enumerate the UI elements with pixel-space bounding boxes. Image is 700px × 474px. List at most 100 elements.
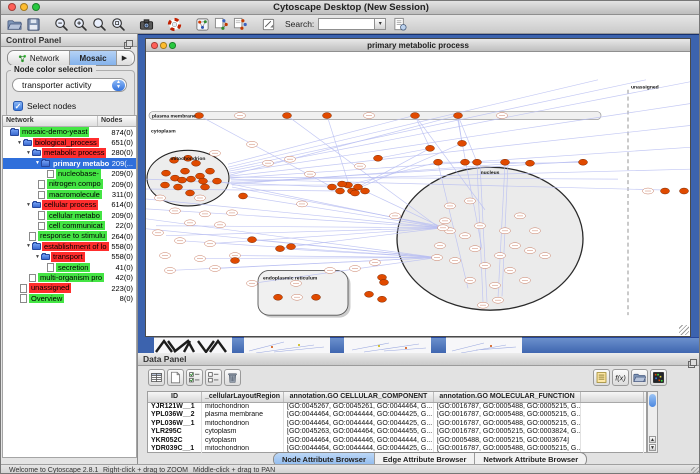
node-color-dropdown[interactable]: transporter activity ▲▼ bbox=[12, 78, 127, 92]
graph-node-orange[interactable] bbox=[274, 294, 283, 300]
scroll-down-icon[interactable]: ▼ bbox=[649, 444, 656, 451]
graph-node-orange[interactable] bbox=[378, 296, 387, 302]
graph-node-orange[interactable] bbox=[579, 159, 588, 165]
network-canvas[interactable]: plasma membrane cytoplasm mitochondrion … bbox=[146, 52, 690, 336]
tree-row[interactable]: unassigned223(0) bbox=[3, 283, 136, 293]
graph-node-orange[interactable] bbox=[287, 244, 296, 250]
graph-node-orange[interactable] bbox=[501, 159, 510, 165]
graph-node-orange[interactable] bbox=[336, 188, 345, 194]
graph-node-orange[interactable] bbox=[411, 113, 420, 119]
column-header[interactable]: ID bbox=[148, 392, 202, 402]
graph-node-orange[interactable] bbox=[178, 177, 187, 183]
column-header[interactable]: _cellularLayoutRegion bbox=[202, 392, 284, 402]
tree-row[interactable]: nitrogen compo209(0) bbox=[3, 179, 136, 189]
graph-node-orange[interactable] bbox=[162, 170, 171, 176]
column-header[interactable]: annotation.GO MOLECULAR_FUNCTION bbox=[434, 392, 581, 402]
zoom-selected-icon[interactable] bbox=[110, 16, 127, 33]
graph-node-orange[interactable] bbox=[454, 113, 463, 119]
graph-node-orange[interactable] bbox=[680, 188, 689, 194]
tree-row[interactable]: nucleobase-209(0) bbox=[3, 169, 136, 179]
graph-node-orange[interactable] bbox=[365, 291, 374, 297]
search-dropdown-arrow-icon[interactable]: ▾ bbox=[374, 18, 386, 30]
zoom-in-icon[interactable] bbox=[72, 16, 89, 33]
graph-node-orange[interactable] bbox=[186, 190, 195, 196]
tree-row[interactable]: macromolecule311(0) bbox=[3, 189, 136, 199]
table-row[interactable]: YLR295Ccytoplasm[GO:0045263, GO:0044464,… bbox=[148, 428, 646, 436]
tree-row[interactable]: secretion41(0) bbox=[3, 262, 136, 272]
tree-row[interactable]: ▼primary metabo209(... bbox=[3, 158, 136, 168]
new-attribute-icon[interactable] bbox=[167, 369, 184, 386]
column-header[interactable] bbox=[581, 392, 644, 402]
expand-arrow-icon[interactable]: ▼ bbox=[25, 150, 32, 156]
resize-grip-icon[interactable] bbox=[691, 467, 700, 474]
expand-arrow-icon[interactable]: ▼ bbox=[34, 160, 41, 166]
graph-node-orange[interactable] bbox=[199, 178, 208, 184]
scroll-up-icon[interactable]: ▲ bbox=[649, 436, 656, 443]
graph-node-orange[interactable] bbox=[328, 184, 337, 190]
tree-row[interactable]: mosaic-demo-yeast874(0) bbox=[3, 127, 136, 137]
attribute-list-icon[interactable] bbox=[593, 369, 610, 386]
graph-node-orange[interactable] bbox=[323, 113, 332, 119]
select-attributes-icon[interactable] bbox=[186, 369, 203, 386]
graph-node-orange[interactable] bbox=[312, 294, 321, 300]
tree-row[interactable]: multi-organism pro42(0) bbox=[3, 272, 136, 282]
function-builder-icon[interactable]: f(x) bbox=[612, 369, 629, 386]
tree-row[interactable]: ▼biological_process651(0) bbox=[3, 137, 136, 147]
matrix-view-icon[interactable] bbox=[650, 369, 667, 386]
graph-node-orange[interactable] bbox=[458, 140, 467, 146]
graph-node-orange[interactable] bbox=[187, 176, 196, 182]
graph-node-orange[interactable] bbox=[434, 159, 443, 165]
table-row[interactable]: YKR052Ccytoplasm[GO:0044464, GO:0044446,… bbox=[148, 437, 646, 445]
tree-row[interactable]: cell communicat22(0) bbox=[3, 221, 136, 231]
window-titlebar[interactable]: Cytoscape Desktop (New Session) bbox=[1, 1, 700, 15]
graph-node-orange[interactable] bbox=[338, 181, 347, 187]
graph-node-orange[interactable] bbox=[195, 113, 204, 119]
expand-arrow-icon[interactable]: ▼ bbox=[16, 140, 23, 146]
graph-node-orange[interactable] bbox=[276, 246, 285, 252]
tree-header-nodes[interactable]: Nodes bbox=[98, 116, 136, 126]
tree-header-network[interactable]: Network bbox=[3, 116, 98, 126]
graph-node-orange[interactable] bbox=[426, 145, 435, 151]
graph-node-orange[interactable] bbox=[239, 193, 248, 199]
tree-row[interactable]: ▼transport558(0) bbox=[3, 252, 136, 262]
search-input[interactable] bbox=[318, 18, 374, 30]
column-header[interactable]: annotation.GO CELLULAR_COMPONENT bbox=[284, 392, 434, 402]
zoom-fit-icon[interactable] bbox=[91, 16, 108, 33]
help-ring-icon[interactable] bbox=[166, 16, 183, 33]
graph-node-orange[interactable] bbox=[161, 182, 170, 188]
tree-row[interactable]: response to stimulu264(0) bbox=[3, 231, 136, 241]
import-attributes-file-icon[interactable] bbox=[631, 369, 648, 386]
table-row[interactable]: YPL036W__1mitochondrion[GO:0044464, GO:0… bbox=[148, 420, 646, 428]
zoom-out-icon[interactable] bbox=[53, 16, 70, 33]
network-view-titlebar[interactable]: primary metabolic process bbox=[146, 39, 690, 52]
table-scrollbar[interactable]: ▲ ▼ bbox=[647, 391, 658, 453]
graph-node-orange[interactable] bbox=[201, 184, 210, 190]
graph-node-orange[interactable] bbox=[174, 184, 183, 190]
tab-network[interactable]: Network bbox=[8, 51, 70, 65]
snapshot-icon[interactable] bbox=[138, 16, 155, 33]
graph-node-orange[interactable] bbox=[231, 258, 240, 264]
table-row[interactable]: YJR121W__1mitochondrion[GO:0045267, GO:0… bbox=[148, 403, 646, 411]
network-view-icon[interactable] bbox=[194, 16, 211, 33]
tree-row[interactable]: cellular metabo209(0) bbox=[3, 210, 136, 220]
scrollbar-thumb[interactable] bbox=[649, 394, 656, 407]
tree-row[interactable]: Overview8(0) bbox=[3, 293, 136, 303]
float-panel-icon[interactable] bbox=[124, 36, 133, 45]
dropdown-stepper-icon[interactable]: ▲▼ bbox=[112, 80, 125, 91]
tree-row[interactable]: ▼establishment of lo558(0) bbox=[3, 241, 136, 251]
background-window-preview[interactable] bbox=[244, 337, 330, 354]
attribute-table-icon[interactable] bbox=[148, 369, 165, 386]
open-folder-icon[interactable] bbox=[6, 16, 23, 33]
graph-node-orange[interactable] bbox=[461, 159, 470, 165]
float-panel-icon[interactable] bbox=[688, 355, 697, 364]
graph-node-orange[interactable] bbox=[361, 188, 370, 194]
expand-arrow-icon[interactable]: ▼ bbox=[25, 243, 32, 249]
delete-attribute-icon[interactable] bbox=[224, 369, 241, 386]
save-icon[interactable] bbox=[25, 16, 42, 33]
expand-arrow-icon[interactable]: ▼ bbox=[34, 254, 41, 260]
advanced-search-icon[interactable] bbox=[392, 16, 409, 33]
import-table-icon[interactable] bbox=[232, 16, 249, 33]
annotation-icon[interactable] bbox=[260, 16, 277, 33]
graph-node-orange[interactable] bbox=[526, 160, 535, 166]
graph-node-orange[interactable] bbox=[283, 113, 292, 119]
